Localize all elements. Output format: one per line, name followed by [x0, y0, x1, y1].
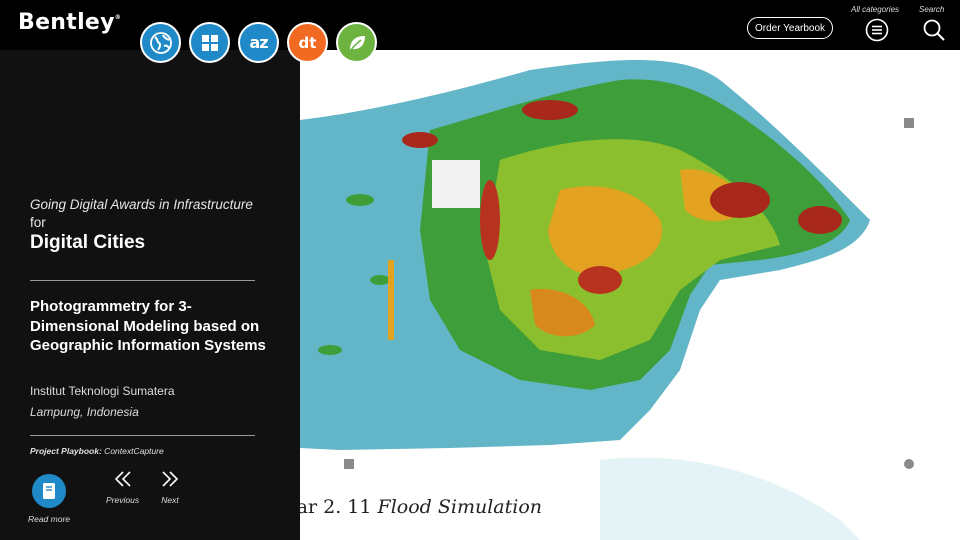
- category-grid-button[interactable]: [189, 22, 230, 63]
- caption-italic: Flood Simulation: [377, 496, 543, 518]
- award-line: Going Digital Awards in Infrastructure f…: [30, 196, 270, 232]
- digital-twin-icon: dt: [298, 33, 317, 52]
- organization: Institut Teknologi Sumatera: [30, 384, 175, 398]
- previous-label: Previous: [106, 495, 140, 505]
- project-title: Photogrammetry for 3-Dimensional Modelin…: [30, 298, 266, 354]
- previous-button[interactable]: Previous: [106, 470, 139, 505]
- playbook-label: Project Playbook:: [30, 446, 102, 456]
- location: Lampung, Indonesia: [30, 405, 139, 419]
- search-label: Search: [919, 5, 945, 14]
- divider: [30, 435, 255, 436]
- category-az-button[interactable]: az: [238, 22, 279, 63]
- award-suffix: for: [30, 215, 46, 230]
- playbook-value: ContextCapture: [101, 446, 164, 456]
- next-label: Next: [161, 495, 179, 505]
- search-icon[interactable]: [922, 18, 946, 47]
- read-more-button[interactable]: Read more: [24, 474, 74, 524]
- read-more-label: Read more: [27, 514, 71, 524]
- grid-icon: [201, 34, 218, 51]
- project-playbook: Project Playbook: ContextCapture: [30, 446, 164, 456]
- category-icons: az dt: [140, 22, 377, 63]
- double-chevron-left-icon: [114, 471, 131, 487]
- globe-icon: [149, 31, 172, 54]
- brand-name: Bentley: [18, 10, 115, 35]
- project-image: [300, 50, 960, 540]
- order-yearbook-button[interactable]: Order Yearbook: [747, 17, 833, 39]
- next-button[interactable]: Next: [160, 470, 180, 505]
- bentley-logo[interactable]: Bentley®: [18, 10, 121, 35]
- category-globe-button[interactable]: [140, 22, 181, 63]
- az-icon: az: [249, 33, 268, 52]
- all-categories-label: All categories: [851, 5, 900, 14]
- flood-simulation-map: [300, 60, 914, 540]
- project-info-panel: Going Digital Awards in Infrastructure f…: [0, 50, 300, 540]
- menu-icon[interactable]: [865, 18, 889, 47]
- leaf-icon: [348, 35, 365, 51]
- book-icon: [43, 483, 55, 499]
- category-title: Digital Cities: [30, 232, 146, 253]
- category-digital-twin-button[interactable]: dt: [287, 22, 328, 63]
- divider: [30, 280, 255, 281]
- double-chevron-right-icon: [162, 471, 179, 487]
- read-more-circle: [32, 474, 66, 508]
- brand-mark: ®: [114, 14, 122, 21]
- category-leaf-button[interactable]: [336, 22, 377, 63]
- award-name: Going Digital Awards in Infrastructure: [30, 197, 253, 212]
